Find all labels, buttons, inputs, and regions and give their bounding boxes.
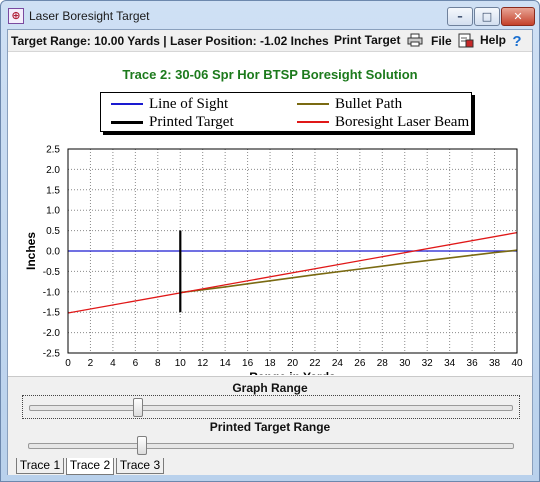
legend-swatch (111, 121, 143, 124)
client-area: Target Range: 10.00 Yards | Laser Positi… (7, 29, 533, 475)
x-tick-label: 32 (422, 358, 434, 369)
app-window: ⊕ Laser Boresight Target – □ ✕ Target Ra… (0, 0, 540, 482)
maximize-button[interactable]: □ (474, 7, 500, 26)
x-tick-label: 20 (287, 358, 299, 369)
x-tick-label: 24 (332, 358, 344, 369)
legend-label: Bullet Path (335, 96, 403, 112)
x-axis-title: Range in Yards (249, 370, 336, 375)
file-menu[interactable]: File (431, 33, 474, 48)
x-tick-label: 0 (65, 358, 71, 369)
help-menu[interactable]: Help ? (480, 33, 522, 50)
save-file-icon (458, 33, 474, 48)
close-button[interactable]: ✕ (501, 7, 535, 26)
x-tick-label: 30 (399, 358, 411, 369)
tab-trace-2[interactable]: Trace 2 (66, 458, 114, 475)
title-bar[interactable]: ⊕ Laser Boresight Target – □ ✕ (1, 1, 539, 29)
y-tick-label: -2.0 (43, 328, 61, 339)
slider-track[interactable] (28, 443, 514, 449)
x-tick-label: 14 (220, 358, 232, 369)
printer-icon (407, 33, 423, 47)
y-tick-label: 2.0 (46, 165, 60, 176)
x-tick-label: 34 (444, 358, 456, 369)
legend-label: Line of Sight (149, 96, 229, 112)
x-tick-label: 4 (110, 358, 116, 369)
tab-trace-1[interactable]: Trace 1 (16, 458, 64, 474)
x-tick-label: 2 (88, 358, 94, 369)
slider-thumb[interactable] (133, 398, 144, 417)
crosshair-app-icon[interactable]: ⊕ (8, 8, 24, 24)
graph-panel: 0 2 4 6 8 10 12 14 16 18 20 22 24 26 28 30 32 34 36 38 40 2.5… (8, 53, 532, 375)
menu-bar: Target Range: 10.00 Yards | Laser Positi… (8, 30, 532, 52)
chart-title: Trace 2: 30-06 Spr Hor BTSP Boresight So… (122, 67, 418, 82)
y-tick-label: -1.5 (43, 308, 61, 319)
range-controls: Graph Range Printed Target Range (8, 376, 532, 458)
x-tick-label: 28 (377, 358, 389, 369)
question-mark-icon: ? (512, 33, 522, 50)
y-tick-label: 1.0 (46, 206, 60, 217)
legend-label: Boresight Laser Beam (335, 114, 470, 130)
printed-target-range-slider[interactable] (22, 434, 520, 458)
legend-label: Printed Target (149, 114, 234, 130)
x-tick-label: 18 (264, 358, 276, 369)
slider-track[interactable] (29, 405, 513, 411)
y-axis-title: Inches (24, 232, 38, 270)
y-tick-label: -0.5 (43, 267, 61, 278)
x-tick-label: 26 (354, 358, 366, 369)
x-tick-label: 38 (489, 358, 501, 369)
tab-trace-3[interactable]: Trace 3 (116, 458, 164, 474)
window-title: Laser Boresight Target (29, 9, 150, 23)
y-tick-label: 0.0 (46, 247, 60, 258)
x-tick-label: 36 (467, 358, 479, 369)
y-tick-label: 1.5 (46, 185, 60, 196)
y-tick-label: 0.5 (46, 226, 60, 237)
print-target-label: Print Target (334, 33, 401, 47)
x-tick-label: 40 (511, 358, 523, 369)
help-menu-label: Help (480, 33, 507, 47)
x-tick-label: 10 (175, 358, 187, 369)
y-tick-label: -1.0 (43, 287, 61, 298)
slider-thumb[interactable] (137, 436, 148, 455)
x-tick-label: 8 (155, 358, 161, 369)
graph-range-slider[interactable] (22, 395, 520, 419)
y-tick-label: -2.5 (43, 349, 61, 360)
x-tick-label: 6 (133, 358, 139, 369)
x-tick-label: 16 (242, 358, 254, 369)
legend-swatch (297, 103, 329, 105)
printed-target-range-label: Printed Target Range (209, 420, 331, 434)
file-menu-label: File (431, 34, 452, 48)
y-tick-label: 2.5 (46, 145, 60, 156)
trace-tabs: Trace 1 Trace 2 Trace 3 (8, 458, 532, 475)
legend-swatch (111, 103, 143, 105)
minimize-button[interactable]: – (447, 7, 473, 26)
chart-legend: Line of Sight Bullet Path Printed Target… (100, 92, 472, 132)
x-tick-label: 12 (197, 358, 209, 369)
x-tick-label: 22 (309, 358, 321, 369)
status-readout: Target Range: 10.00 Yards | Laser Positi… (11, 34, 329, 48)
legend-swatch (297, 121, 329, 123)
graph-range-label: Graph Range (232, 381, 308, 395)
print-target-menu[interactable]: Print Target (334, 33, 423, 47)
